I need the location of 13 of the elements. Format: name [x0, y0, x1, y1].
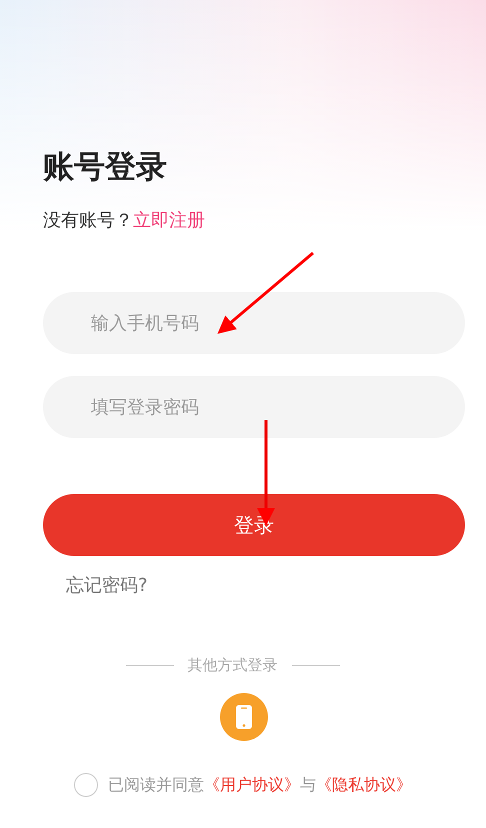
user-agreement-link[interactable]: 《用户协议》: [204, 774, 300, 796]
register-link[interactable]: 立即注册: [133, 210, 205, 231]
agreement-checkbox[interactable]: [74, 773, 98, 797]
privacy-agreement-link[interactable]: 《隐私协议》: [316, 774, 412, 796]
agreement-text: 已阅读并同意: [108, 774, 204, 796]
phone-login-icon[interactable]: [220, 693, 268, 741]
agreement-joiner: 与: [300, 774, 316, 796]
register-prompt: 没有账号？: [43, 210, 133, 231]
forgot-password-link[interactable]: 忘记密码?: [66, 574, 148, 598]
page-title: 账号登录: [43, 148, 168, 187]
password-field[interactable]: 填写登录密码: [43, 376, 465, 438]
other-login-label: 其他方式登录: [188, 656, 278, 675]
phone-field[interactable]: 输入手机号码: [43, 292, 465, 354]
